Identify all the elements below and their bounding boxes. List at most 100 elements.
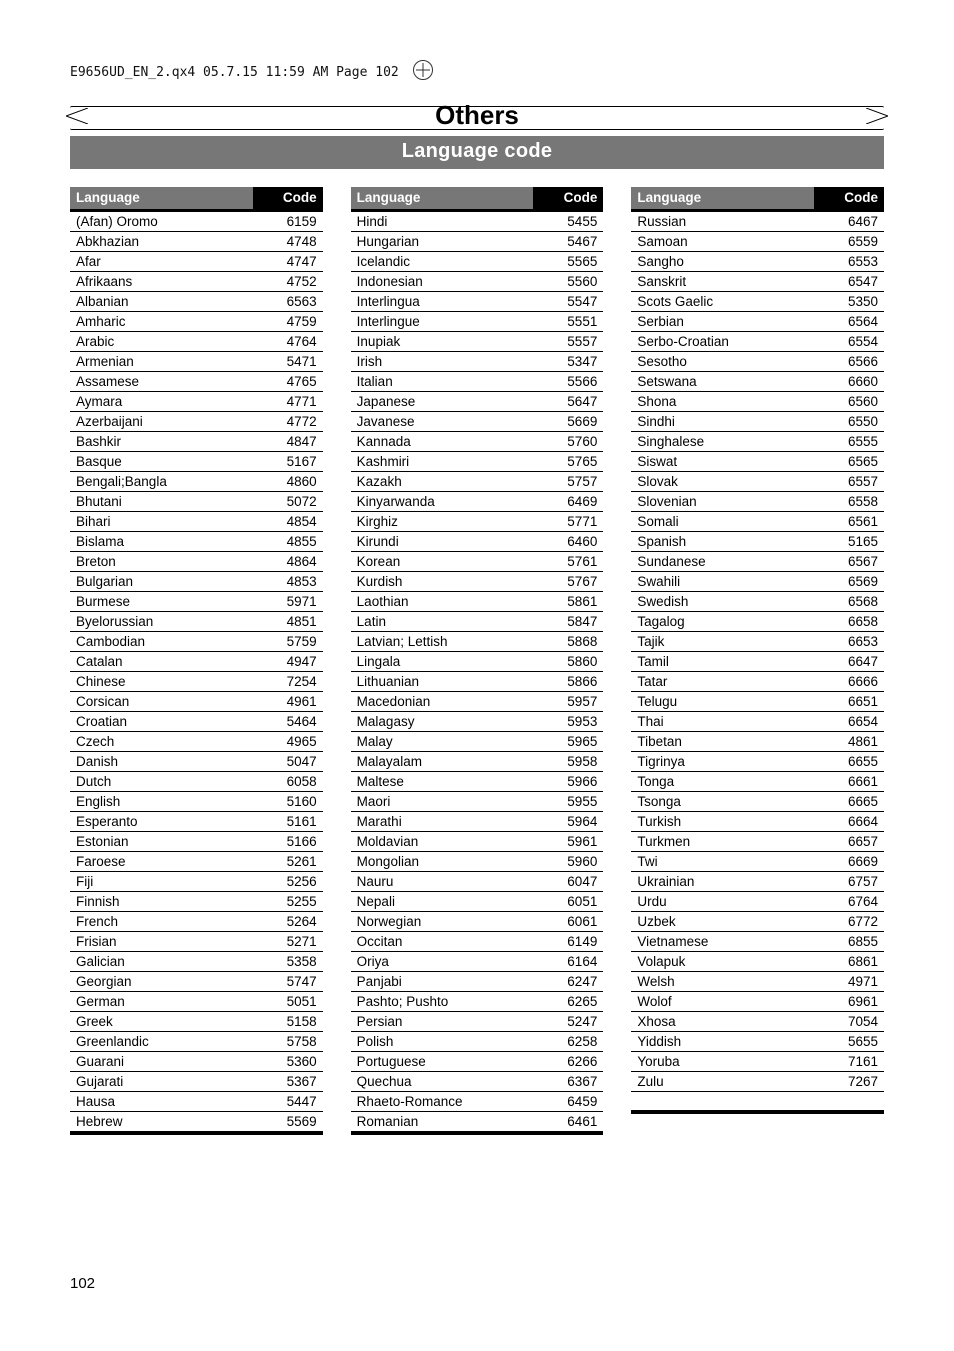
table-row: Kurdish5767 xyxy=(351,572,604,592)
table-row: Lingala5860 xyxy=(351,652,604,672)
code-cell: 5165 xyxy=(814,532,884,552)
language-cell: Maltese xyxy=(351,772,534,792)
language-cell: Russian xyxy=(631,211,814,232)
code-cell: 6566 xyxy=(814,352,884,372)
table-row: Somali6561 xyxy=(631,512,884,532)
table-row: Tigrinya6655 xyxy=(631,752,884,772)
table-row: Rhaeto-Romance6459 xyxy=(351,1092,604,1112)
code-cell: 4765 xyxy=(253,372,323,392)
code-cell: 5868 xyxy=(533,632,603,652)
code-cell: 5669 xyxy=(533,412,603,432)
language-table-2-body: Hindi5455Hungarian5467Icelandic5565Indon… xyxy=(351,211,604,1134)
language-cell: Inupiak xyxy=(351,332,534,352)
section-title-band: Others xyxy=(70,106,884,130)
language-table-3-body: Russian6467Samoan6559Sangho6553Sanskrit6… xyxy=(631,211,884,1113)
language-cell: Tamil xyxy=(631,652,814,672)
table-row: Faroese5261 xyxy=(70,852,323,872)
code-cell: 5960 xyxy=(533,852,603,872)
language-table-1-body: (Afan) Oromo6159Abkhazian4748Afar4747Afr… xyxy=(70,211,323,1134)
table-row: Interlingue5551 xyxy=(351,312,604,332)
language-cell: Bulgarian xyxy=(70,572,253,592)
code-cell: 5771 xyxy=(533,512,603,532)
language-cell: Turkish xyxy=(631,812,814,832)
code-cell: 5557 xyxy=(533,332,603,352)
table-row: Wolof6961 xyxy=(631,992,884,1012)
code-cell: 4864 xyxy=(253,552,323,572)
table-row: Fiji5256 xyxy=(70,872,323,892)
code-cell: 5166 xyxy=(253,832,323,852)
language-cell: Greek xyxy=(70,1012,253,1032)
table-row: Arabic4764 xyxy=(70,332,323,352)
code-cell: 7254 xyxy=(253,672,323,692)
code-cell: 4759 xyxy=(253,312,323,332)
language-cell: Ukrainian xyxy=(631,872,814,892)
column-header-language: Language xyxy=(70,187,253,211)
code-cell: 6266 xyxy=(533,1052,603,1072)
language-cell: Basque xyxy=(70,452,253,472)
language-cell: Estonian xyxy=(70,832,253,852)
language-cell: Guarani xyxy=(70,1052,253,1072)
language-cell: Kannada xyxy=(351,432,534,452)
language-cell: Bislama xyxy=(70,532,253,552)
code-cell: 6654 xyxy=(814,712,884,732)
column-header-language: Language xyxy=(631,187,814,211)
language-cell: Quechua xyxy=(351,1072,534,1092)
language-cell: Albanian xyxy=(70,292,253,312)
code-cell: 4764 xyxy=(253,332,323,352)
language-cell: Sanskrit xyxy=(631,272,814,292)
code-cell: 5847 xyxy=(533,612,603,632)
table-row: Italian5566 xyxy=(351,372,604,392)
table-row: Interlingua5547 xyxy=(351,292,604,312)
language-cell: Tagalog xyxy=(631,612,814,632)
table-row: Danish5047 xyxy=(70,752,323,772)
language-cell: Panjabi xyxy=(351,972,534,992)
language-cell: Telugu xyxy=(631,692,814,712)
language-cell: Cambodian xyxy=(70,632,253,652)
table-row: Afrikaans4752 xyxy=(70,272,323,292)
table-row: Shona6560 xyxy=(631,392,884,412)
column-1: Language Code (Afan) Oromo6159Abkhazian4… xyxy=(70,187,323,1135)
table-row: Moldavian5961 xyxy=(351,832,604,852)
language-code-columns: Language Code (Afan) Oromo6159Abkhazian4… xyxy=(70,187,884,1135)
code-cell: 5759 xyxy=(253,632,323,652)
language-cell: Sangho xyxy=(631,252,814,272)
code-cell: 5955 xyxy=(533,792,603,812)
code-cell: 6164 xyxy=(533,952,603,972)
code-cell: 5247 xyxy=(533,1012,603,1032)
table-row: Vietnamese6855 xyxy=(631,932,884,952)
table-row: Twi6669 xyxy=(631,852,884,872)
table-row: Icelandic5565 xyxy=(351,252,604,272)
language-cell: Latvian; Lettish xyxy=(351,632,534,652)
table-row: Serbian6564 xyxy=(631,312,884,332)
code-cell: 5569 xyxy=(253,1112,323,1134)
code-cell: 5447 xyxy=(253,1092,323,1112)
language-cell: Serbo-Croatian xyxy=(631,332,814,352)
code-cell: 5167 xyxy=(253,452,323,472)
table-row: English5160 xyxy=(70,792,323,812)
language-cell: Javanese xyxy=(351,412,534,432)
code-cell: 6665 xyxy=(814,792,884,812)
table-row: Gujarati5367 xyxy=(70,1072,323,1092)
table-row: Bihari4854 xyxy=(70,512,323,532)
code-cell: 6647 xyxy=(814,652,884,672)
table-row: (Afan) Oromo6159 xyxy=(70,211,323,232)
language-cell: Arabic xyxy=(70,332,253,352)
table-row: Zulu7267 xyxy=(631,1072,884,1092)
table-row: Lithuanian5866 xyxy=(351,672,604,692)
code-cell: 6557 xyxy=(814,472,884,492)
language-cell: Lingala xyxy=(351,652,534,672)
language-cell: Faroese xyxy=(70,852,253,872)
code-cell: 6657 xyxy=(814,832,884,852)
language-cell: Tibetan xyxy=(631,732,814,752)
table-row: Nepali6051 xyxy=(351,892,604,912)
table-row: Assamese4765 xyxy=(70,372,323,392)
code-cell: 5358 xyxy=(253,952,323,972)
language-cell: Hebrew xyxy=(70,1112,253,1134)
language-cell: Greenlandic xyxy=(70,1032,253,1052)
table-row: Abkhazian4748 xyxy=(70,232,323,252)
language-cell: Shona xyxy=(631,392,814,412)
code-cell: 5566 xyxy=(533,372,603,392)
table-row: Turkmen6657 xyxy=(631,832,884,852)
code-cell: 5160 xyxy=(253,792,323,812)
table-row: Malagasy5953 xyxy=(351,712,604,732)
